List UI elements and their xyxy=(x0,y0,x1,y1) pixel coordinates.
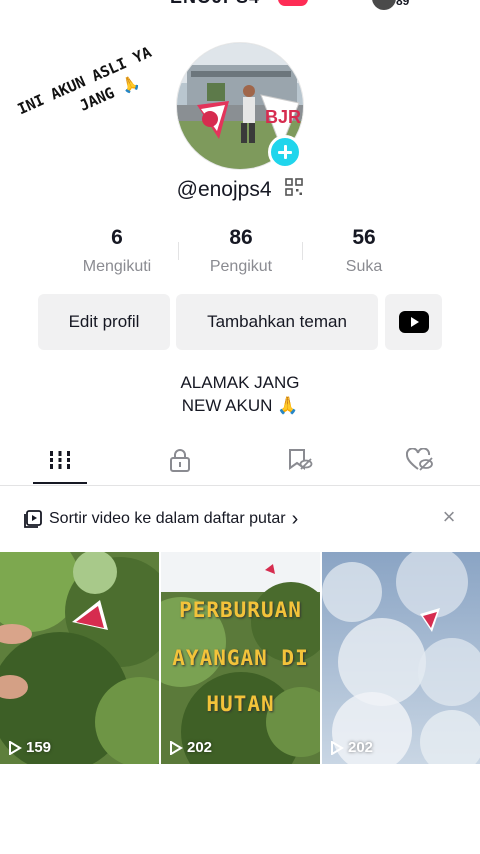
grid-icon xyxy=(49,451,71,469)
top-bar: ENOJPS4 89 xyxy=(0,0,480,12)
edit-profile-label: Edit profil xyxy=(68,312,140,331)
heart-hidden-icon xyxy=(406,448,433,471)
sort-banner-text: Sortir video ke dalam daftar putar xyxy=(49,510,286,527)
bio-line1: ALAMAK JANG xyxy=(180,373,300,392)
bookmark-hidden-icon xyxy=(289,449,313,470)
profile-bio: ALAMAK JANG NEW AKUN 🙏 xyxy=(0,371,480,417)
svg-text:BJR: BJR xyxy=(265,107,301,127)
followers-label[interactable]: Pengikut xyxy=(171,258,311,276)
tabs-divider xyxy=(0,485,480,486)
video-thumbnail[interactable]: PERBURUAN AYANGAN DI HUTAN 202 xyxy=(161,552,320,764)
play-icon xyxy=(170,740,183,755)
view-count-value: 202 xyxy=(348,739,374,756)
sort-playlist-banner[interactable]: Sortir video ke dalam daftar putar › xyxy=(0,500,480,538)
username-row: @enojps4 xyxy=(0,178,480,202)
view-count: 202 xyxy=(169,739,212,756)
tab-private[interactable] xyxy=(120,436,240,484)
tab-liked[interactable] xyxy=(360,436,480,484)
edit-profile-button[interactable]: Edit profil xyxy=(38,294,170,350)
lock-icon xyxy=(170,449,190,472)
add-avatar-plus-icon[interactable] xyxy=(268,135,302,169)
following-label[interactable]: Mengikuti xyxy=(47,258,187,276)
youtube-icon xyxy=(398,311,429,333)
youtube-link-button[interactable] xyxy=(385,294,442,350)
bio-line2: NEW AKUN 🙏 xyxy=(181,396,299,415)
playlist-icon xyxy=(23,509,43,529)
video-thumbnail[interactable]: 202 xyxy=(322,552,480,764)
likes-count[interactable]: 56 xyxy=(294,226,434,250)
view-count-value: 159 xyxy=(26,739,52,756)
following-count[interactable]: 6 xyxy=(47,226,187,250)
likes-label[interactable]: Suka xyxy=(294,258,434,276)
view-count: 159 xyxy=(8,739,51,756)
account-count: 89 xyxy=(396,0,410,8)
video-overlay-text-line2: AYANGAN DI xyxy=(172,646,309,670)
add-friends-label: Tambahkan teman xyxy=(207,312,347,331)
active-tab-indicator xyxy=(33,482,87,484)
profile-title: ENOJPS4 xyxy=(170,0,260,8)
overlay-caption: INI AKUN ASLI YA JANG 🙏 xyxy=(14,31,187,140)
video-overlay-text-line3: HUTAN xyxy=(206,692,275,716)
notification-badge[interactable] xyxy=(278,0,308,6)
followers-count[interactable]: 86 xyxy=(171,226,311,250)
tab-favorites[interactable] xyxy=(240,436,360,484)
add-friends-button[interactable]: Tambahkan teman xyxy=(176,294,378,350)
play-icon xyxy=(331,740,344,755)
account-avatar[interactable] xyxy=(372,0,396,10)
chevron-right-icon: › xyxy=(291,507,299,530)
view-count-value: 202 xyxy=(187,739,213,756)
username: @enojps4 xyxy=(176,178,272,202)
video-thumbnail[interactable]: 159 xyxy=(0,552,159,764)
view-count: 202 xyxy=(330,739,373,756)
video-overlay-text-line1: PERBURUAN xyxy=(179,598,302,622)
qr-code-icon[interactable] xyxy=(285,178,304,202)
close-icon[interactable]: × xyxy=(438,506,460,528)
tab-videos[interactable] xyxy=(0,436,120,484)
play-icon xyxy=(9,740,22,755)
